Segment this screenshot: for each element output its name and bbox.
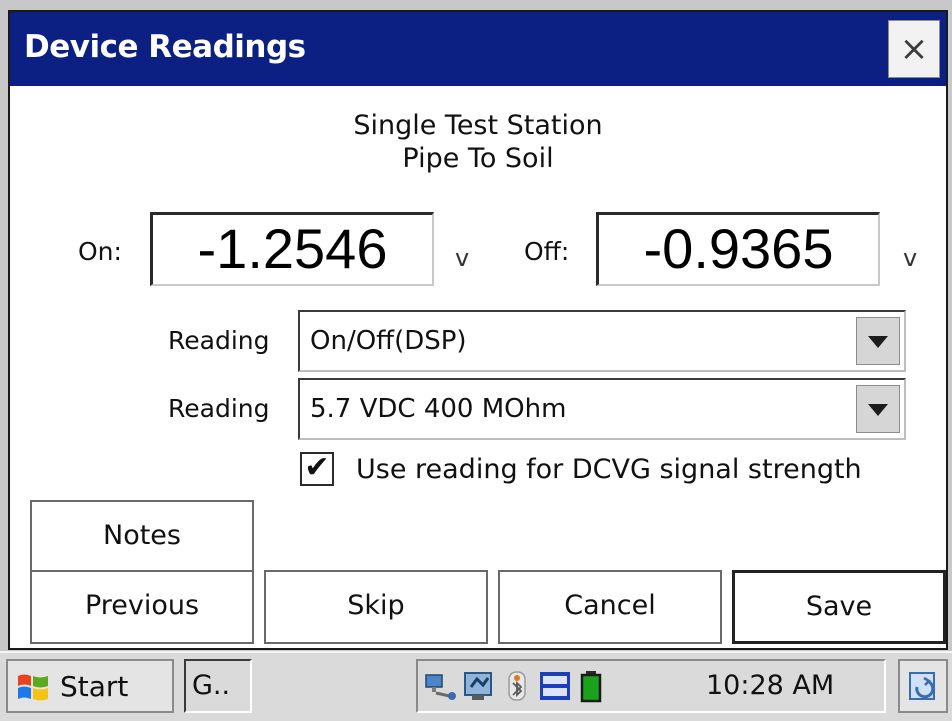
- reading-mode-select[interactable]: On/Off(DSP): [298, 310, 906, 372]
- network-connection-icon[interactable]: [424, 669, 458, 703]
- reading-range-value: 5.7 VDC 400 MOhm: [310, 394, 567, 424]
- show-desktop-button[interactable]: [898, 659, 948, 713]
- on-reading-display: -1.2546: [150, 212, 434, 286]
- desktop-icon: [909, 672, 935, 700]
- device-readings-window: Device Readings × Single Test Station Pi…: [8, 10, 948, 650]
- reading-range-dropdown-arrow[interactable]: [856, 385, 900, 433]
- reading-range-label: Reading: [168, 394, 270, 423]
- reading-mode-dropdown-arrow[interactable]: [856, 317, 900, 365]
- reading-mode-label: Reading: [168, 326, 270, 355]
- notes-button[interactable]: Notes: [30, 500, 254, 574]
- battery-icon[interactable]: [574, 669, 608, 703]
- reading-mode-value: On/Off(DSP): [310, 326, 467, 356]
- off-unit: v: [903, 244, 918, 272]
- taskbar-app-button[interactable]: G..: [184, 659, 252, 713]
- title-bar: Device Readings ×: [10, 12, 946, 86]
- sync-icon[interactable]: [462, 669, 496, 703]
- on-label: On:: [78, 237, 122, 266]
- previous-button[interactable]: Previous: [30, 570, 254, 644]
- off-reading-display: -0.9365: [596, 212, 880, 286]
- save-button[interactable]: Save: [732, 570, 946, 644]
- gps-status-icon[interactable]: [538, 669, 572, 703]
- reading-range-select[interactable]: 5.7 VDC 400 MOhm: [298, 378, 906, 440]
- window-title: Device Readings: [24, 29, 306, 65]
- dcvg-signal-checkbox-label[interactable]: Use reading for DCVG signal strength: [356, 454, 862, 485]
- taskbar: Start G.. 10:28 AM: [0, 651, 952, 721]
- skip-button[interactable]: Skip: [264, 570, 488, 644]
- on-unit: v: [455, 244, 470, 272]
- windows-logo-icon: [18, 674, 48, 701]
- start-label: Start: [60, 670, 129, 703]
- measurement-type-heading: Pipe To Soil: [402, 143, 554, 174]
- off-label: Off:: [524, 237, 570, 266]
- dcvg-signal-checkbox[interactable]: ✔: [300, 452, 334, 486]
- clock[interactable]: 10:28 AM: [706, 670, 834, 701]
- bluetooth-icon[interactable]: [500, 669, 534, 703]
- system-tray: 10:28 AM: [416, 659, 886, 713]
- station-type-heading: Single Test Station: [353, 110, 603, 141]
- start-button[interactable]: Start: [6, 659, 174, 713]
- cancel-button[interactable]: Cancel: [498, 570, 722, 644]
- close-button[interactable]: ×: [888, 20, 940, 78]
